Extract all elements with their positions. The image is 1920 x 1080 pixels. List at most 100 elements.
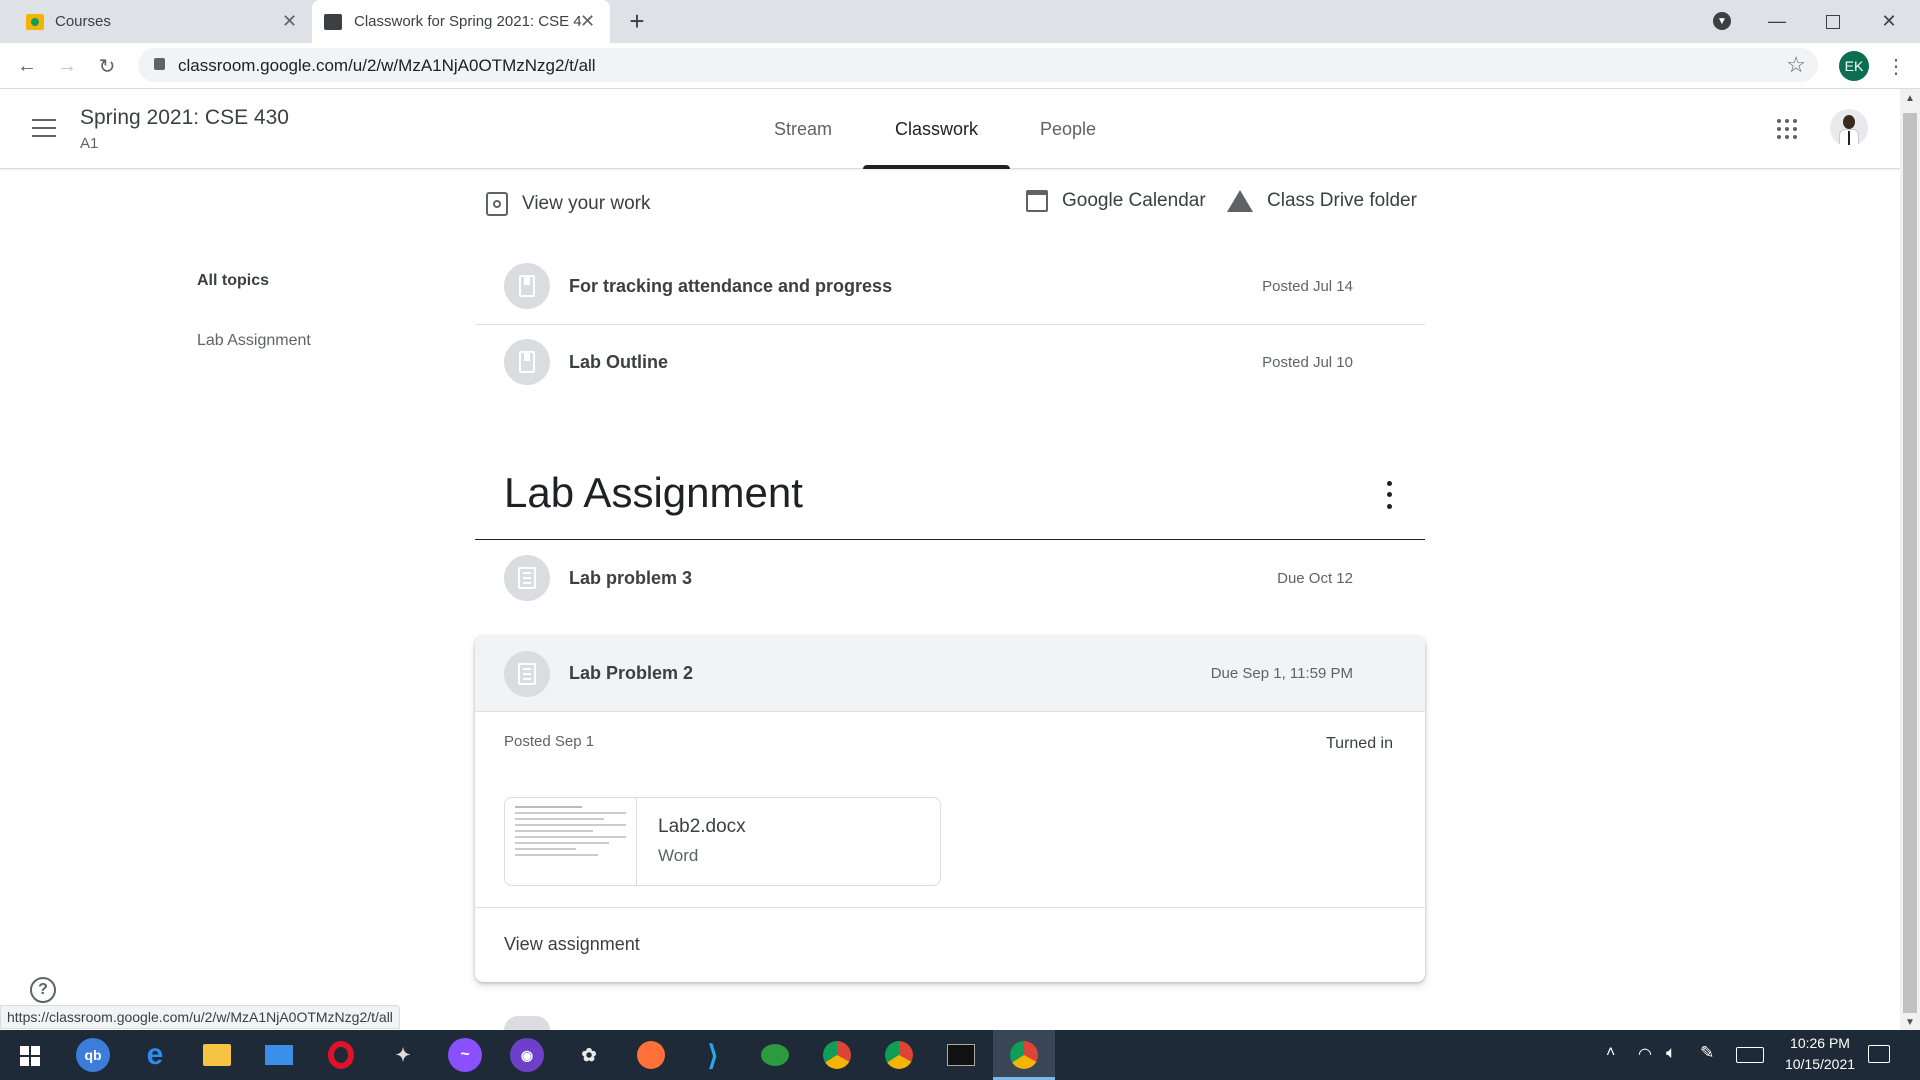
posted-date: Posted Sep 1 bbox=[504, 733, 595, 750]
scrollbar-thumb[interactable] bbox=[1903, 113, 1917, 1013]
reload-icon[interactable]: ↻ bbox=[92, 51, 122, 81]
clock-time[interactable]: 10:26 PM bbox=[1780, 1035, 1860, 1051]
chrome-profile-icon[interactable] bbox=[820, 1038, 854, 1072]
view-assignment-link[interactable]: View assignment bbox=[504, 934, 640, 955]
tab-classwork[interactable]: Classwork bbox=[863, 89, 1010, 169]
address-bar[interactable]: classroom.google.com/u/2/w/MzA1NjA0OTMzN… bbox=[138, 48, 1818, 82]
list-item[interactable]: For tracking attendance and progress Pos… bbox=[475, 248, 1425, 324]
user-avatar[interactable] bbox=[1830, 109, 1868, 147]
course-title[interactable]: Spring 2021: CSE 430 bbox=[80, 106, 289, 130]
close-tab-icon[interactable]: ✕ bbox=[282, 11, 297, 32]
material-title: Lab Outline bbox=[569, 351, 668, 372]
chrome-icon[interactable] bbox=[882, 1038, 916, 1072]
material-icon bbox=[504, 339, 550, 385]
eclipse-icon[interactable] bbox=[758, 1038, 792, 1072]
chrome-active-icon[interactable] bbox=[1007, 1038, 1041, 1072]
keyboard-icon[interactable] bbox=[1736, 1047, 1764, 1063]
file-explorer-icon[interactable] bbox=[200, 1038, 234, 1072]
next-item-circle bbox=[504, 1016, 550, 1030]
scroll-up-arrow[interactable]: ▲ bbox=[1905, 93, 1915, 104]
show-hidden-icons-icon[interactable]: ˄ bbox=[1606, 1044, 1615, 1062]
browser-toolbar: ← → ↻ classroom.google.com/u/2/w/MzA1NjA… bbox=[0, 43, 1920, 89]
back-icon[interactable]: ← bbox=[12, 51, 42, 81]
attachment-type: Word bbox=[658, 846, 699, 865]
mail-icon[interactable] bbox=[262, 1038, 296, 1072]
tab-people[interactable]: People bbox=[1026, 89, 1110, 169]
bookmark-star-icon[interactable]: ☆ bbox=[1786, 52, 1806, 78]
section-title: Lab Assignment bbox=[504, 469, 803, 516]
class-drive-folder-link[interactable]: Class Drive folder bbox=[1227, 190, 1417, 212]
opera-icon[interactable] bbox=[324, 1038, 358, 1072]
tab-courses[interactable]: Courses ✕ bbox=[10, 0, 310, 43]
view-your-work-label: View your work bbox=[522, 193, 651, 214]
help-icon[interactable]: ? bbox=[30, 977, 56, 1003]
tab-label: Courses bbox=[55, 13, 111, 30]
main-menu-icon[interactable] bbox=[32, 119, 56, 137]
messenger-icon[interactable]: ~ bbox=[448, 1038, 482, 1072]
profile-avatar[interactable]: EK bbox=[1839, 51, 1869, 81]
network-icon[interactable]: ◠ bbox=[1638, 1044, 1652, 1064]
new-tab-button[interactable]: + bbox=[622, 6, 652, 36]
drive-icon bbox=[1227, 190, 1253, 212]
pen-icon[interactable]: ✎ bbox=[1700, 1043, 1714, 1063]
view-your-work-link[interactable]: View your work bbox=[486, 192, 650, 216]
minimize-icon[interactable]: — bbox=[1750, 0, 1804, 43]
tab-search-icon[interactable]: ▼ bbox=[1713, 12, 1731, 30]
material-date: Posted Jul 10 bbox=[1262, 353, 1353, 371]
class-drive-folder-label: Class Drive folder bbox=[1267, 190, 1417, 211]
volume-icon[interactable]: 🔈︎ bbox=[1666, 1043, 1676, 1063]
topic-all[interactable]: All topics bbox=[197, 272, 269, 290]
attachment-name: Lab2.docx bbox=[658, 816, 746, 837]
edge-icon[interactable]: e bbox=[138, 1038, 172, 1072]
status-bar-url: https://classroom.google.com/u/2/w/MzA1N… bbox=[0, 1005, 400, 1029]
classroom-favicon-icon bbox=[324, 13, 342, 30]
google-calendar-link[interactable]: Google Calendar bbox=[1026, 190, 1206, 212]
tab-classwork[interactable]: Classwork for Spring 2021: CSE 4 ✕ bbox=[312, 0, 610, 43]
attachment-card[interactable]: Lab2.docx Word bbox=[504, 797, 941, 886]
page-scrollbar[interactable]: ▲ ▼ bbox=[1900, 89, 1920, 1030]
lock-icon bbox=[154, 58, 165, 70]
forward-icon[interactable]: → bbox=[52, 51, 82, 81]
paint-icon[interactable]: ✿ bbox=[572, 1038, 606, 1072]
material-icon bbox=[504, 263, 550, 309]
list-item[interactable]: Lab problem 3 Due Oct 12 bbox=[475, 540, 1425, 616]
start-windows-icon[interactable] bbox=[20, 1046, 40, 1066]
calendar-icon bbox=[1026, 190, 1048, 212]
github-icon[interactable]: ◉ bbox=[510, 1038, 544, 1072]
notifications-icon[interactable] bbox=[1868, 1045, 1890, 1063]
expanded-assignment-card: Lab Problem 2 Due Sep 1, 11:59 PM Posted… bbox=[475, 636, 1425, 982]
topic-lab-assignment[interactable]: Lab Assignment bbox=[197, 332, 311, 350]
scroll-down-arrow[interactable]: ▼ bbox=[1905, 1017, 1915, 1028]
more-options-icon[interactable] bbox=[1377, 478, 1401, 512]
assignment-date: Due Oct 12 bbox=[1277, 569, 1353, 587]
classroom-favicon-icon bbox=[26, 13, 44, 30]
chrome-menu-icon[interactable]: ⋮ bbox=[1886, 51, 1906, 81]
google-apps-icon[interactable] bbox=[1777, 119, 1797, 139]
url-text: classroom.google.com/u/2/w/MzA1NjA0OTMzN… bbox=[178, 56, 596, 75]
course-section: A1 bbox=[80, 135, 99, 152]
assignment-ind-icon bbox=[486, 192, 508, 216]
google-calendar-label: Google Calendar bbox=[1062, 190, 1206, 211]
firefox-icon[interactable] bbox=[634, 1038, 668, 1072]
assignment-date: Due Sep 1, 11:59 PM bbox=[1210, 665, 1353, 682]
material-date: Posted Jul 14 bbox=[1262, 277, 1353, 295]
tab-stream[interactable]: Stream bbox=[754, 89, 852, 169]
assignment-header[interactable]: Lab Problem 2 Due Sep 1, 11:59 PM bbox=[475, 636, 1425, 712]
qbittorrent-icon[interactable]: qb bbox=[76, 1038, 110, 1072]
assignment-title: Lab Problem 2 bbox=[569, 663, 694, 683]
close-tab-icon[interactable]: ✕ bbox=[580, 11, 595, 32]
classroom-header: Spring 2021: CSE 430 A1 Stream Classwork… bbox=[0, 89, 1900, 169]
attachment-thumbnail bbox=[505, 798, 637, 885]
vscode-icon[interactable]: ⟩ bbox=[696, 1038, 730, 1072]
list-item[interactable]: Lab Outline Posted Jul 10 bbox=[475, 324, 1425, 400]
close-window-icon[interactable]: ✕ bbox=[1862, 0, 1916, 43]
clock-date[interactable]: 10/15/2021 bbox=[1775, 1056, 1865, 1072]
browser-tab-bar: Courses ✕ Classwork for Spring 2021: CSE… bbox=[0, 0, 1920, 43]
inkscape-icon[interactable]: ✦ bbox=[386, 1038, 420, 1072]
restore-icon[interactable] bbox=[1806, 0, 1860, 43]
terminal-icon[interactable] bbox=[944, 1038, 978, 1072]
assignment-title: Lab problem 3 bbox=[569, 567, 693, 588]
material-title: For tracking attendance and progress bbox=[569, 275, 893, 296]
card-divider bbox=[475, 907, 1425, 908]
turned-in-status: Turned in bbox=[1326, 735, 1393, 752]
